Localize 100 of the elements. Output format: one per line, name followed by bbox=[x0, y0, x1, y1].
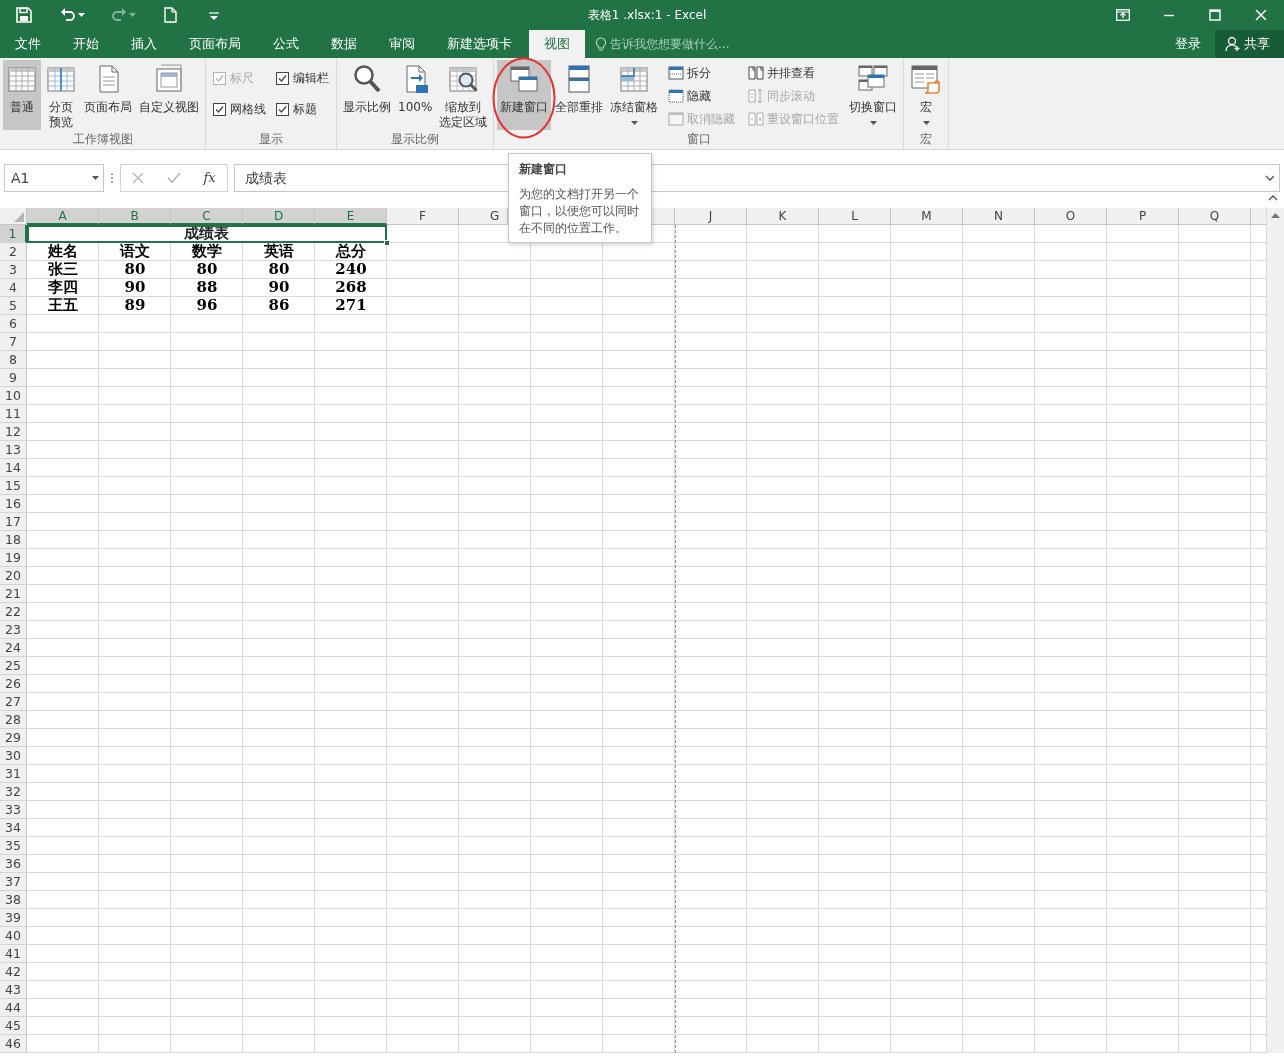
row-header[interactable]: 29 bbox=[0, 729, 27, 747]
row-header[interactable]: 28 bbox=[0, 711, 27, 729]
row-header[interactable]: 13 bbox=[0, 441, 27, 459]
row-header[interactable]: 8 bbox=[0, 351, 27, 369]
ribbon-button[interactable]: 冻结窗格 bbox=[607, 60, 662, 130]
ribbon-tab[interactable]: 文件 bbox=[0, 30, 56, 58]
ribbon-tab[interactable]: 插入 bbox=[116, 30, 172, 58]
row-header[interactable]: 31 bbox=[0, 765, 27, 783]
column-header[interactable] bbox=[1251, 208, 1266, 225]
ribbon-tab[interactable]: 审阅 bbox=[374, 30, 430, 58]
row-header[interactable]: 24 bbox=[0, 639, 27, 657]
row-header[interactable]: 26 bbox=[0, 675, 27, 693]
table-cell[interactable]: 语文 bbox=[99, 243, 171, 261]
row-header[interactable]: 36 bbox=[0, 855, 27, 873]
enter-button[interactable] bbox=[166, 172, 181, 184]
row-header[interactable]: 4 bbox=[0, 279, 27, 297]
table-cell[interactable]: 90 bbox=[243, 279, 315, 297]
table-cell[interactable]: 89 bbox=[99, 297, 171, 315]
table-cell[interactable]: 张三 bbox=[27, 261, 99, 279]
ribbon-button[interactable]: 普通 bbox=[3, 60, 41, 130]
ribbon-tab[interactable]: 新建选项卡 bbox=[432, 30, 527, 58]
row-header[interactable]: 38 bbox=[0, 891, 27, 909]
ribbon-button[interactable]: 分页 预览 bbox=[42, 60, 80, 130]
vertical-scrollbar[interactable] bbox=[1266, 208, 1284, 1053]
table-cell[interactable]: 268 bbox=[315, 279, 387, 297]
table-cell[interactable]: 80 bbox=[99, 261, 171, 279]
table-cell[interactable]: 80 bbox=[171, 261, 243, 279]
ribbon-button[interactable]: 宏 bbox=[907, 60, 946, 130]
row-header[interactable]: 9 bbox=[0, 369, 27, 387]
row-header[interactable]: 39 bbox=[0, 909, 27, 927]
ribbon-tab[interactable]: 开始 bbox=[58, 30, 114, 58]
table-cell[interactable]: 成绩表 bbox=[27, 225, 387, 243]
ribbon-tab[interactable]: 公式 bbox=[258, 30, 314, 58]
row-header[interactable]: 22 bbox=[0, 603, 27, 621]
row-header[interactable]: 7 bbox=[0, 333, 27, 351]
cancel-button[interactable] bbox=[132, 172, 145, 184]
column-header[interactable]: E bbox=[315, 208, 387, 225]
column-header[interactable]: C bbox=[171, 208, 243, 225]
column-header[interactable]: K bbox=[747, 208, 819, 225]
row-header[interactable]: 2 bbox=[0, 243, 27, 261]
share-button[interactable]: 共享 bbox=[1215, 30, 1284, 58]
ribbon-button[interactable]: 缩放到 选定区域 bbox=[436, 60, 491, 130]
ribbon-button[interactable]: 自定义视图 bbox=[136, 60, 202, 130]
column-header[interactable]: L bbox=[819, 208, 891, 225]
column-header[interactable] bbox=[652, 208, 675, 225]
row-header[interactable]: 17 bbox=[0, 513, 27, 531]
table-cell[interactable]: 总分 bbox=[315, 243, 387, 261]
row-header[interactable]: 21 bbox=[0, 585, 27, 603]
row-header[interactable]: 27 bbox=[0, 693, 27, 711]
row-header[interactable]: 11 bbox=[0, 405, 27, 423]
insert-function-button[interactable]: fx bbox=[203, 168, 216, 188]
ribbon-button[interactable]: 新建窗口 bbox=[497, 60, 552, 130]
row-header[interactable]: 5 bbox=[0, 297, 27, 315]
row-header[interactable]: 45 bbox=[0, 1017, 27, 1035]
table-cell[interactable]: 王五 bbox=[27, 297, 99, 315]
row-header[interactable]: 30 bbox=[0, 747, 27, 765]
ribbon-button[interactable]: 100% bbox=[395, 60, 436, 130]
row-header[interactable]: 32 bbox=[0, 783, 27, 801]
ribbon-button[interactable]: 拆分 bbox=[666, 63, 738, 83]
row-header[interactable]: 43 bbox=[0, 981, 27, 999]
row-header[interactable]: 42 bbox=[0, 963, 27, 981]
row-header[interactable]: 46 bbox=[0, 1035, 27, 1053]
name-box[interactable]: A1 bbox=[4, 164, 104, 192]
table-cell[interactable]: 240 bbox=[315, 261, 387, 279]
column-header[interactable]: D bbox=[243, 208, 315, 225]
row-header[interactable]: 14 bbox=[0, 459, 27, 477]
row-header[interactable]: 10 bbox=[0, 387, 27, 405]
table-cell[interactable]: 李四 bbox=[27, 279, 99, 297]
row-header[interactable]: 35 bbox=[0, 837, 27, 855]
row-header[interactable]: 3 bbox=[0, 261, 27, 279]
checkbox[interactable]: 标题 bbox=[276, 99, 329, 119]
tell-me-field[interactable]: 告诉我您想要做什么... bbox=[595, 30, 730, 58]
column-header[interactable]: J bbox=[675, 208, 747, 225]
row-header[interactable]: 6 bbox=[0, 315, 27, 333]
row-header[interactable]: 16 bbox=[0, 495, 27, 513]
column-header[interactable]: O bbox=[1035, 208, 1107, 225]
checkbox[interactable]: 网格线 bbox=[213, 99, 266, 119]
row-header[interactable]: 12 bbox=[0, 423, 27, 441]
column-header[interactable]: N bbox=[963, 208, 1035, 225]
table-cell[interactable]: 271 bbox=[315, 297, 387, 315]
ribbon-button[interactable]: 隐藏 bbox=[666, 86, 738, 106]
ribbon-button[interactable]: 显示比例 bbox=[340, 60, 394, 130]
row-header[interactable]: 18 bbox=[0, 531, 27, 549]
row-header[interactable]: 41 bbox=[0, 945, 27, 963]
ribbon-button[interactable]: 页面布局 bbox=[81, 60, 135, 130]
checkbox[interactable]: 编辑栏 bbox=[276, 68, 329, 88]
sign-in-link[interactable]: 登录 bbox=[1161, 30, 1215, 58]
table-cell[interactable]: 英语 bbox=[243, 243, 315, 261]
table-cell[interactable]: 姓名 bbox=[27, 243, 99, 261]
row-header[interactable]: 20 bbox=[0, 567, 27, 585]
ribbon-tab[interactable]: 视图 bbox=[529, 30, 585, 58]
row-header[interactable]: 1 bbox=[0, 225, 27, 243]
row-header[interactable]: 19 bbox=[0, 549, 27, 567]
table-cell[interactable]: 80 bbox=[243, 261, 315, 279]
row-header[interactable]: 40 bbox=[0, 927, 27, 945]
column-header[interactable]: F bbox=[387, 208, 459, 225]
ribbon-button[interactable]: 全部重排 bbox=[552, 60, 607, 130]
table-cell[interactable]: 86 bbox=[243, 297, 315, 315]
column-header[interactable]: B bbox=[99, 208, 171, 225]
row-header[interactable]: 33 bbox=[0, 801, 27, 819]
